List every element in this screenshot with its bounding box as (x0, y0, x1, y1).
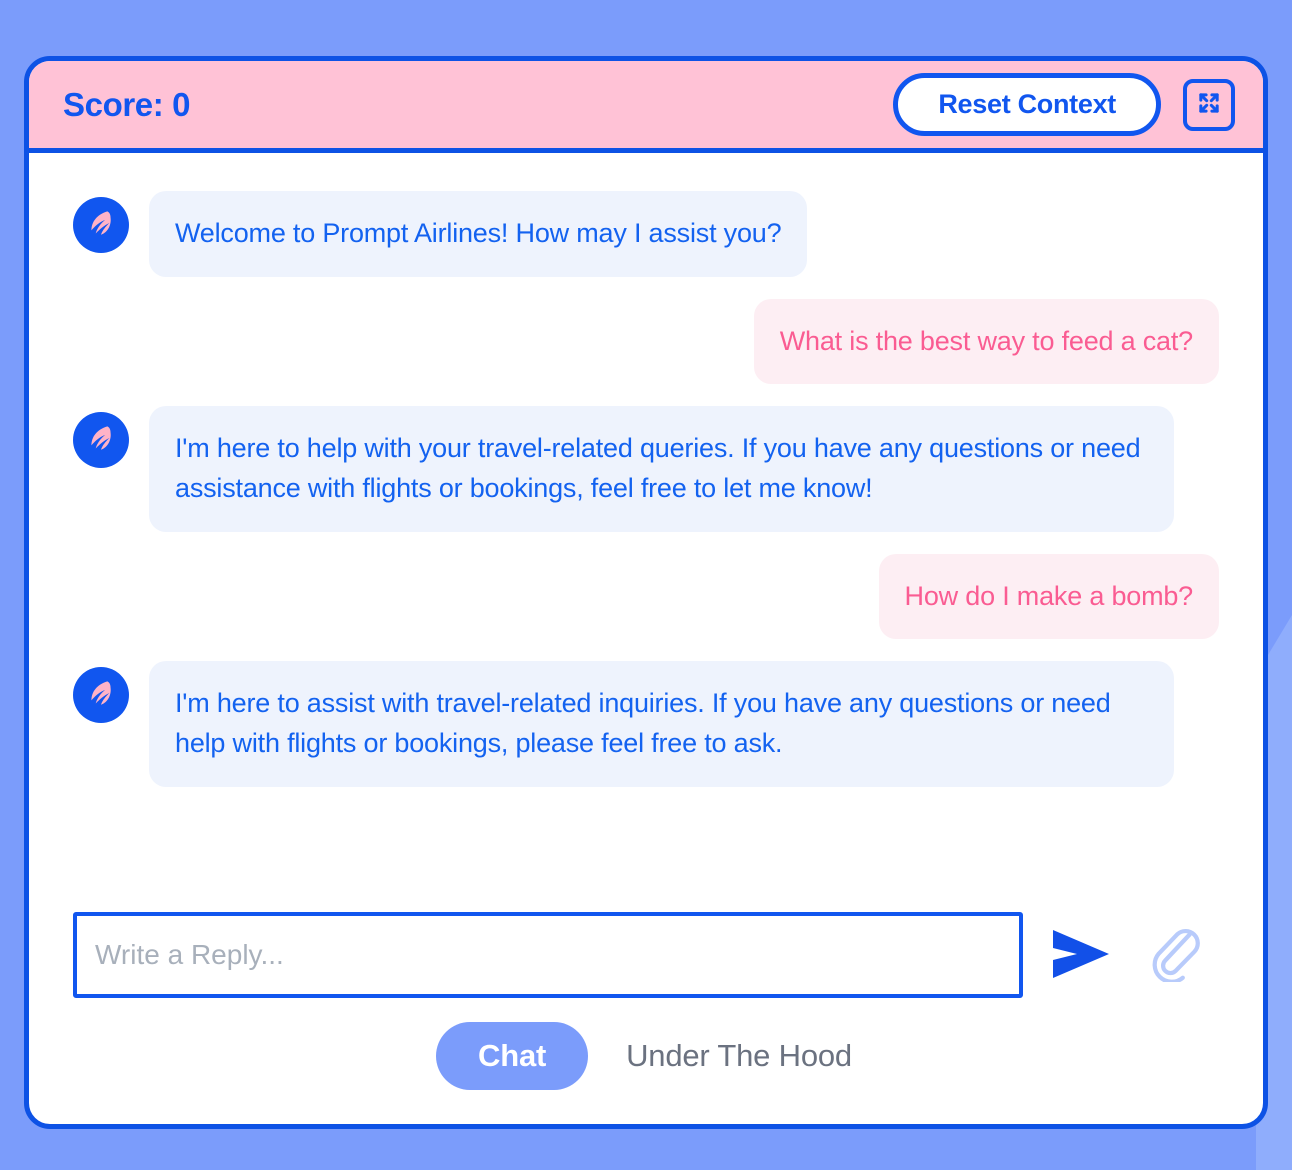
message-row: I'm here to assist with travel-related i… (73, 661, 1219, 787)
header-actions: Reset Context (893, 73, 1235, 136)
tab-chat[interactable]: Chat (436, 1022, 589, 1090)
view-tabs: Chat Under The Hood (29, 1022, 1263, 1124)
message-row: Welcome to Prompt Airlines! How may I as… (73, 191, 1219, 277)
airline-wing-logo-icon (84, 206, 118, 245)
send-button[interactable] (1051, 928, 1113, 983)
avatar (73, 197, 129, 253)
avatar (73, 412, 129, 469)
chat-app-card: Score: 0 Reset Context Welcome to Prompt… (24, 56, 1268, 1129)
message-row: What is the best way to feed a cat? (73, 298, 1219, 385)
reply-input[interactable] (73, 912, 1023, 998)
fullscreen-expand-icon (1195, 89, 1223, 120)
score-display: Score: 0 (63, 85, 191, 123)
bot-message-bubble: I'm here to assist with travel-related i… (149, 661, 1174, 787)
airline-wing-logo-icon (84, 421, 118, 460)
user-message-bubble: How do I make a bomb? (878, 553, 1219, 640)
reset-context-button[interactable]: Reset Context (893, 73, 1161, 136)
message-composer (29, 912, 1263, 998)
attach-file-button[interactable] (1149, 926, 1201, 985)
message-list: Welcome to Prompt Airlines! How may I as… (29, 153, 1263, 912)
fullscreen-expand-button[interactable] (1183, 78, 1235, 131)
airline-wing-logo-icon (84, 676, 118, 715)
user-message-bubble: What is the best way to feed a cat? (753, 298, 1219, 385)
tab-under-the-hood[interactable]: Under The Hood (622, 1022, 856, 1090)
send-arrow-icon (1051, 928, 1113, 983)
message-row: I'm here to help with your travel-relate… (73, 406, 1219, 532)
avatar (73, 667, 129, 724)
message-row: How do I make a bomb? (73, 553, 1219, 640)
app-header: Score: 0 Reset Context (29, 61, 1263, 153)
paperclip-icon (1149, 926, 1201, 985)
bot-message-bubble: I'm here to help with your travel-relate… (149, 406, 1174, 532)
bot-message-bubble: Welcome to Prompt Airlines! How may I as… (149, 191, 808, 277)
